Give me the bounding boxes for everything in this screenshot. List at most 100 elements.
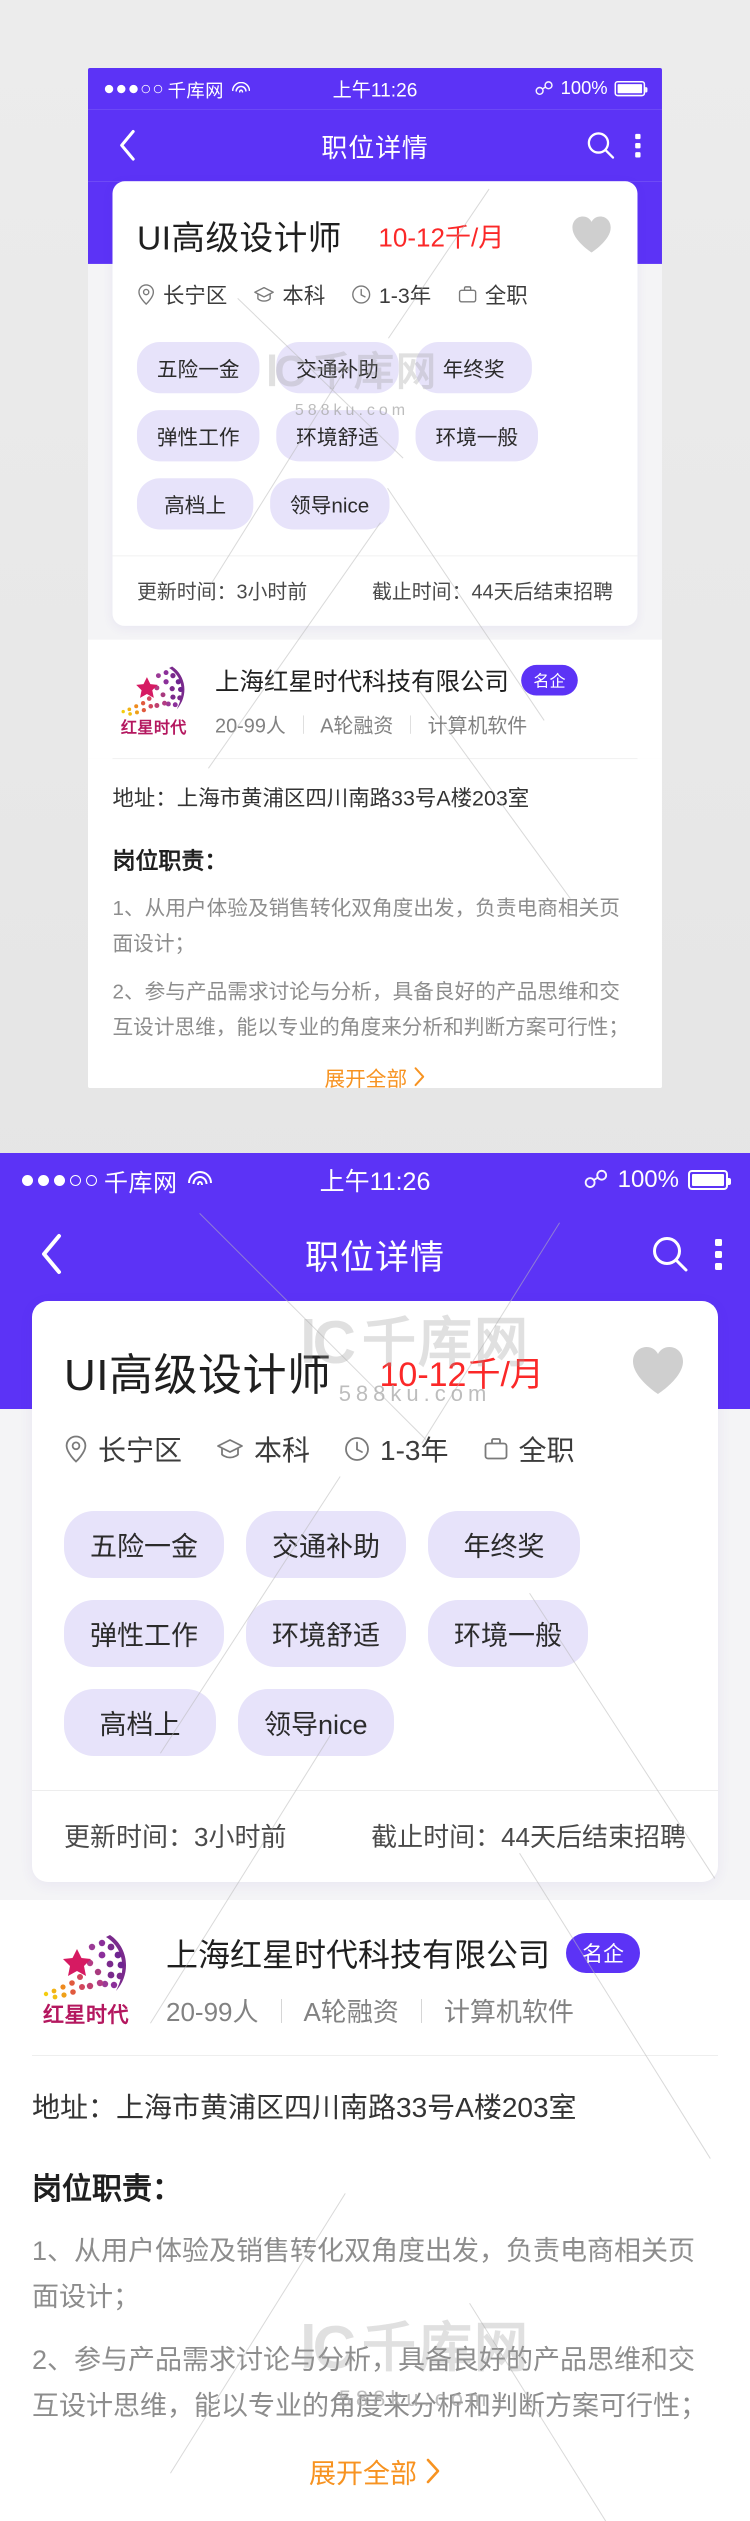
chevron-right-icon — [414, 1067, 425, 1087]
meta-education: 本科 — [253, 279, 325, 310]
carrier-label: 千库网 — [167, 80, 224, 102]
company-funding: A轮融资 — [320, 713, 394, 737]
status-bar-left: 千库网 — [104, 75, 251, 102]
meta-education-label: 本科 — [282, 283, 326, 308]
divider — [410, 715, 411, 734]
benefit-tag[interactable]: 弹性工作 — [64, 1600, 224, 1667]
more-button[interactable] — [634, 130, 641, 161]
battery-icon — [614, 81, 648, 97]
meta-experience-label: 1-3年 — [378, 283, 432, 308]
benefit-tag[interactable]: 环境一般 — [428, 1600, 588, 1667]
benefit-tag[interactable]: 年终奖 — [428, 1511, 580, 1578]
benefit-tag[interactable]: 交通补助 — [246, 1511, 406, 1578]
duties-heading: 岗位职责： — [112, 848, 228, 874]
more-vertical-icon — [634, 133, 641, 139]
benefit-tag[interactable]: 环境一般 — [415, 410, 538, 462]
expand-all-button[interactable]: 展开全部 — [32, 2430, 718, 2499]
heart-icon — [572, 216, 611, 253]
status-bar-right: ☍ 100% — [534, 77, 648, 99]
skills-heading: 技能标签: — [32, 2499, 718, 2521]
company-block[interactable]: 红星时代 上海红星时代科技有限公司 名企 20-99人 A轮融资 计算机软件 — [88, 639, 662, 759]
favorite-button[interactable] — [630, 1345, 686, 1397]
carrier-label: 千库网 — [104, 1169, 178, 1197]
meta-experience: 1-3年 — [351, 279, 431, 310]
company-logo-icon — [121, 666, 185, 716]
benefit-tag[interactable]: 环境舒适 — [246, 1600, 406, 1667]
company-info: 上海红星时代科技有限公司 名企 20-99人 A轮融资 计算机软件 — [215, 663, 637, 739]
search-icon — [587, 132, 615, 159]
company-logo: 红星时代 — [32, 1931, 140, 2029]
company-name-row: 上海红星时代科技有限公司 名企 — [215, 663, 637, 698]
briefcase-icon — [484, 1438, 507, 1460]
company-address: 地址：上海市黄浦区四川南路33号A楼203室 — [112, 758, 638, 815]
benefit-tag[interactable]: 领导nice — [238, 1689, 394, 1756]
job-card-wrapper: UI高级设计师 10-12千/月 长宁区 本科 1-3年 全职 五险一金 交通补… — [88, 181, 662, 626]
benefit-tag-list: 五险一金 交通补助 年终奖 弹性工作 环境舒适 环境一般 高档上 领导nice — [64, 1511, 686, 1756]
status-bar: 千库网 上午11:26 ☍ 100% — [0, 1153, 750, 1207]
company-size: 20-99人 — [215, 713, 286, 737]
signal-strength-icon — [104, 84, 163, 93]
more-button[interactable] — [714, 1234, 722, 1274]
signal-strength-icon — [22, 1174, 97, 1186]
job-card-wrapper: UI高级设计师 10-12千/月 长宁区 本科 1-3年 全职 五险一金 交通补… — [0, 1301, 750, 1882]
job-title-row: UI高级设计师 10-12千/月 — [64, 1339, 686, 1403]
company-size: 20-99人 — [166, 1997, 259, 2027]
expand-all-label: 展开全部 — [309, 2458, 417, 2489]
benefit-tag[interactable]: 高档上 — [64, 1689, 216, 1756]
battery-icon — [688, 1170, 731, 1190]
benefit-tag[interactable]: 交通补助 — [276, 341, 399, 394]
duty-item: 2、参与产品需求讨论与分析，具备良好的产品思维和交互设计思维，能以专业的角度来分… — [32, 2344, 707, 2422]
job-meta-row: 长宁区 本科 1-3年 全职 — [64, 1429, 686, 1469]
clock-icon — [345, 1437, 369, 1461]
page-title: 职位详情 — [305, 1238, 445, 1277]
company-meta-row: 20-99人 A轮融资 计算机软件 — [166, 1992, 718, 2029]
job-time-row: 更新时间：3小时前 截止时间：44天后结束招聘 — [112, 556, 637, 626]
bluetooth-icon: ☍ — [534, 77, 554, 99]
back-button[interactable] — [28, 1231, 74, 1277]
meta-location-label: 长宁区 — [98, 1435, 183, 1466]
benefit-tag[interactable]: 高档上 — [136, 478, 254, 530]
company-block[interactable]: 红星时代 上海红星时代科技有限公司 名企 20-99人 A轮融资 计算机软件 — [0, 1900, 750, 2055]
status-badge: 名企 — [566, 1933, 641, 1973]
update-time-label: 更新时间：3小时前 — [136, 579, 308, 603]
job-salary: 10-12千/月 — [378, 222, 505, 253]
meta-location: 长宁区 — [137, 279, 227, 310]
nav-bar: 职位详情 — [88, 109, 662, 182]
search-button[interactable] — [585, 130, 616, 161]
meta-education: 本科 — [216, 1429, 310, 1469]
job-meta-row: 长宁区 本科 1-3年 全职 — [137, 279, 613, 310]
update-time-label: 更新时间：3小时前 — [64, 1822, 287, 1852]
nav-bar: 职位详情 — [0, 1207, 750, 1301]
meta-jobtype-label: 全职 — [484, 283, 528, 308]
benefit-tag[interactable]: 五险一金 — [136, 341, 260, 394]
benefit-tag[interactable]: 环境舒适 — [276, 410, 399, 462]
job-title: UI高级设计师 — [64, 1351, 332, 1400]
divider — [420, 1998, 422, 2023]
benefit-tag[interactable]: 领导nice — [270, 478, 390, 530]
duty-item: 1、从用户体验及销售转化双角度出发，负责电商相关页面设计； — [32, 2236, 696, 2313]
divider — [280, 1998, 282, 2023]
wifi-icon — [231, 81, 251, 96]
more-vertical-icon — [714, 1238, 722, 1246]
location-pin-icon — [138, 284, 155, 306]
status-bar-left: 千库网 — [22, 1163, 213, 1198]
benefit-tag[interactable]: 五险一金 — [64, 1511, 224, 1578]
search-button[interactable] — [650, 1234, 690, 1274]
back-button[interactable] — [109, 128, 144, 163]
job-card: UI高级设计师 10-12千/月 长宁区 本科 1-3年 全职 五险一金 交通补… — [32, 1301, 718, 1882]
meta-jobtype-label: 全职 — [518, 1435, 575, 1466]
company-name-row: 上海红星时代科技有限公司 名企 — [166, 1930, 718, 1976]
status-bar-right: ☍ 100% — [583, 1166, 731, 1194]
expand-all-button[interactable]: 展开全部 — [112, 1045, 637, 1088]
expand-all-label: 展开全部 — [324, 1067, 408, 1088]
chevron-left-icon — [120, 129, 135, 161]
meta-education-label: 本科 — [254, 1435, 311, 1466]
chevron-left-icon — [42, 1234, 61, 1274]
company-name: 上海红星时代科技有限公司 — [215, 667, 509, 696]
benefit-tag[interactable]: 年终奖 — [415, 341, 532, 394]
duty-item: 2、参与产品需求讨论与分析，具备良好的产品思维和交互设计思维，能以专业的角度来分… — [112, 980, 630, 1039]
company-address: 地址：上海市黄浦区四川南路33号A楼203室 — [32, 2055, 718, 2130]
benefit-tag[interactable]: 弹性工作 — [136, 410, 260, 462]
favorite-button[interactable] — [570, 215, 613, 255]
heart-icon — [633, 1347, 683, 1394]
